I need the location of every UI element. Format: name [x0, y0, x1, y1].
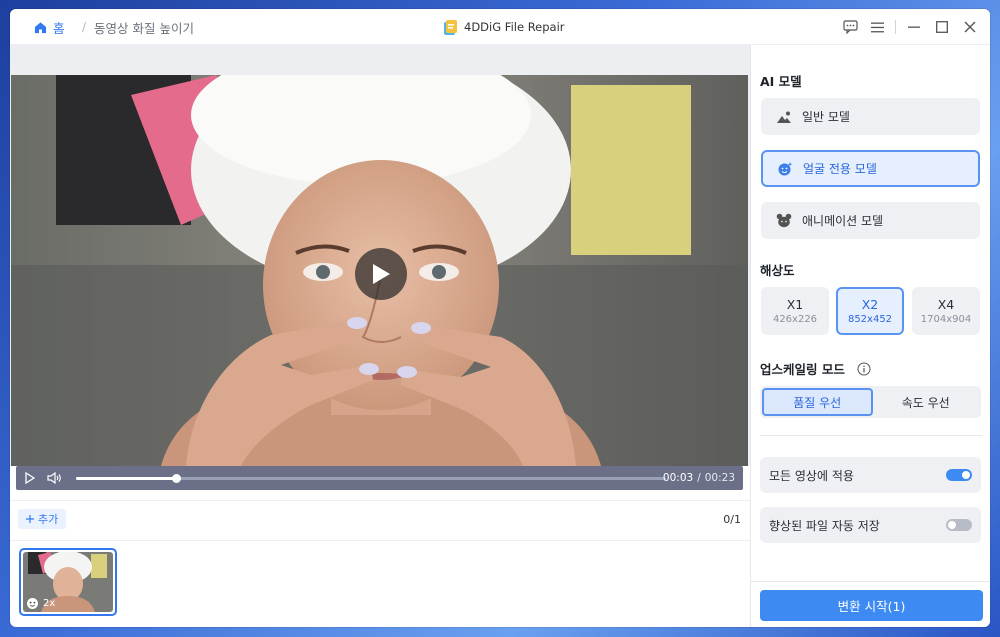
auto-save-label: 향상된 파일 자동 저장	[769, 518, 880, 533]
thumbnail-strip: 2x	[10, 540, 750, 627]
model-general[interactable]: 일반 모델	[761, 98, 980, 135]
video-stage	[10, 45, 750, 466]
landscape-icon	[777, 111, 791, 123]
resolution-x2-label: X2	[861, 297, 879, 312]
app-logo-icon	[444, 19, 457, 35]
upscale-mode-title: 업스케일링 모드	[760, 359, 871, 378]
model-general-label: 일반 모델	[802, 110, 850, 124]
app-window: 홈 / 동영상 화질 높이기 4DDiG File Repair 00:03 /…	[10, 9, 990, 627]
home-icon	[34, 21, 47, 33]
apply-all-toggle[interactable]	[946, 469, 972, 481]
resolution-x4-label: X4	[937, 297, 955, 312]
mode-speed[interactable]: 속도 우선	[873, 388, 980, 416]
start-conversion-button[interactable]: 변환 시작(1)	[760, 590, 983, 621]
thumbnail-image: 2x	[23, 552, 113, 612]
file-count: 0/1	[723, 512, 741, 526]
resolution-x4-size: 1704x904	[920, 314, 972, 325]
seek-progress	[76, 477, 177, 480]
resolution-x2-size: 852x452	[847, 314, 893, 325]
model-face-label: 얼굴 전용 모델	[803, 162, 877, 176]
maximize-button[interactable]	[930, 9, 954, 45]
volume-button[interactable]	[44, 466, 64, 490]
mode-quality[interactable]: 품질 우선	[762, 388, 873, 416]
total-time: 00:23	[704, 472, 735, 484]
auto-save-row: 향상된 파일 자동 저장	[760, 507, 981, 543]
maximize-icon	[936, 21, 948, 33]
minimize-button[interactable]	[902, 9, 926, 45]
breadcrumb-current: 동영상 화질 높이기	[94, 20, 194, 36]
play-icon	[373, 264, 390, 284]
title-bar: 홈 / 동영상 화질 높이기 4DDiG File Repair	[10, 9, 990, 45]
thumbnail-scale-label: 2x	[43, 598, 56, 609]
app-title: 4DDiG File Repair	[442, 9, 565, 45]
time-display: 00:03 / 00:23	[663, 466, 735, 490]
seek-bar[interactable]	[76, 474, 666, 483]
apply-all-row: 모든 영상에 적용	[760, 457, 981, 493]
upscale-mode-selector: 품질 우선 속도 우선	[760, 386, 981, 418]
toggle-knob	[948, 521, 956, 529]
feedback-icon	[842, 20, 858, 34]
time-separator: /	[697, 472, 701, 484]
apply-all-label: 모든 영상에 적용	[769, 468, 854, 483]
add-button[interactable]: 추가	[18, 509, 67, 529]
menu-button[interactable]	[865, 9, 889, 45]
add-button-label: 추가	[38, 513, 59, 526]
play-icon	[25, 472, 35, 484]
thumbnail-badge: 2x	[26, 597, 55, 610]
video-preview[interactable]	[11, 75, 748, 466]
auto-save-toggle[interactable]	[946, 519, 972, 531]
file-list-toolbar: 추가 0/1	[10, 500, 750, 540]
breadcrumb-separator: /	[82, 20, 87, 34]
close-button[interactable]	[958, 9, 982, 45]
anime-icon	[776, 213, 792, 228]
titlebar-divider	[895, 20, 896, 34]
panel-footer-divider	[751, 581, 990, 582]
resolution-x1-size: 426x226	[772, 314, 818, 325]
feedback-button[interactable]	[838, 9, 862, 45]
settings-panel: AI 모델 일반 모델 얼굴 전용 모델 애니메이션 모델 해상도 X1 426…	[750, 45, 990, 627]
seek-handle[interactable]	[172, 474, 182, 483]
volume-icon	[46, 472, 61, 484]
close-icon	[964, 21, 976, 33]
panel-divider	[760, 435, 982, 436]
current-time: 00:03	[662, 472, 694, 484]
resolution-title: 해상도	[760, 263, 795, 278]
video-thumbnail[interactable]: 2x	[19, 548, 117, 616]
play-button[interactable]	[20, 466, 40, 490]
model-face[interactable]: 얼굴 전용 모델	[761, 150, 980, 187]
player-controls: 00:03 / 00:23	[16, 466, 743, 490]
breadcrumb-home-label: 홈	[53, 20, 65, 36]
ai-model-title: AI 모델	[760, 74, 802, 89]
upscale-mode-title-text: 업스케일링 모드	[760, 362, 845, 377]
face-icon	[778, 161, 793, 175]
face-enhance-icon	[27, 598, 38, 609]
resolution-x4[interactable]: X4 1704x904	[912, 287, 980, 335]
toggle-knob	[962, 471, 970, 479]
model-anime[interactable]: 애니메이션 모델	[761, 202, 980, 239]
plus-icon	[26, 515, 34, 523]
app-title-text: 4DDiG File Repair	[464, 20, 565, 34]
info-icon[interactable]	[857, 362, 871, 376]
menu-icon	[870, 22, 884, 32]
play-overlay-button[interactable]	[355, 248, 407, 300]
model-anime-label: 애니메이션 모델	[802, 214, 884, 228]
resolution-x1[interactable]: X1 426x226	[761, 287, 829, 335]
resolution-x2[interactable]: X2 852x452	[836, 287, 904, 335]
resolution-x1-label: X1	[786, 297, 804, 312]
breadcrumb-home[interactable]: 홈	[34, 9, 65, 45]
minimize-icon	[908, 26, 920, 28]
